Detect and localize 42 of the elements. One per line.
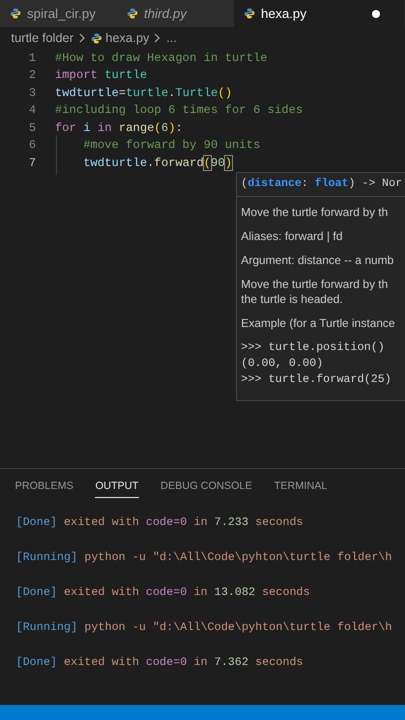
line-number: 7 <box>28 154 37 172</box>
code-line: twdturtle.forward(90) <box>55 154 232 173</box>
code-line: #move forward by 90 units <box>55 137 260 156</box>
panel-tab[interactable]: OUTPUT <box>95 476 139 498</box>
line-number: 5 <box>28 120 37 137</box>
output-line: [Running] python -u "d:\All\Code\pyhton\turtle folder\h <box>16 620 393 636</box>
line-number: 6 <box>28 137 37 154</box>
doc-text: Argument: distance -- a numb <box>241 252 395 268</box>
line-number: 3 <box>28 84 37 102</box>
doc-text: Aliases: forward | fd <box>241 228 344 244</box>
line-number: 2 <box>28 67 37 84</box>
output-line: [Done] exited with code=0 in 7.233 seconds <box>16 516 304 531</box>
code-example: >>> turtle.position() (0.00, 0.00) >>> turtle.forward(25) <box>241 340 392 388</box>
editor-tab[interactable]: spiral_cir.py <box>0 0 117 27</box>
breadcrumb-item[interactable]: turtle folder <box>11 28 74 48</box>
doc-text: Move the turtle forward by th <box>241 204 389 220</box>
code-line: twdturtle=turtle.Turtle() <box>55 84 232 102</box>
code-line: for i in range(6): <box>55 120 183 137</box>
python-file-icon <box>127 8 138 19</box>
output-line: [Done] exited with code=0 in 7.362 seconds <box>16 656 304 671</box>
output-line: [Done] exited with code=0 in 13.082 seconds <box>16 586 311 601</box>
doc-text: Example (for a Turtle instance <box>241 316 396 331</box>
editor-tab[interactable]: hexa.py <box>234 0 404 27</box>
code-line: #including loop 6 times for 6 sides <box>55 102 303 120</box>
breadcrumb-more[interactable]: ... <box>166 28 177 48</box>
panel-tab[interactable]: TERMINAL <box>274 476 328 498</box>
python-file-icon <box>244 8 255 19</box>
doc-text: Move the turtle forward by th the turtle is headed. <box>241 276 389 307</box>
output-line: [Running] python -u "d:\All\Code\pyhton\turtle folder\h <box>16 550 393 566</box>
python-file-icon <box>90 32 102 44</box>
line-number: 1 <box>28 50 37 67</box>
panel-tab[interactable]: DEBUG CONSOLE <box>160 476 252 498</box>
chevron-icon <box>154 33 162 43</box>
chevron-icon <box>78 33 86 43</box>
code-line: #How to draw Hexagon in turtle <box>55 50 268 67</box>
signature-text: (distance: float) -> Nor <box>237 173 405 197</box>
panel-tab[interactable]: PROBLEMS <box>15 476 74 498</box>
code-line: import turtle <box>55 67 148 84</box>
breadcrumb-item[interactable]: hexa.py <box>106 28 150 48</box>
editor-tab[interactable]: third.py <box>117 0 234 27</box>
python-file-icon <box>10 8 21 19</box>
line-number: 4 <box>28 102 37 120</box>
